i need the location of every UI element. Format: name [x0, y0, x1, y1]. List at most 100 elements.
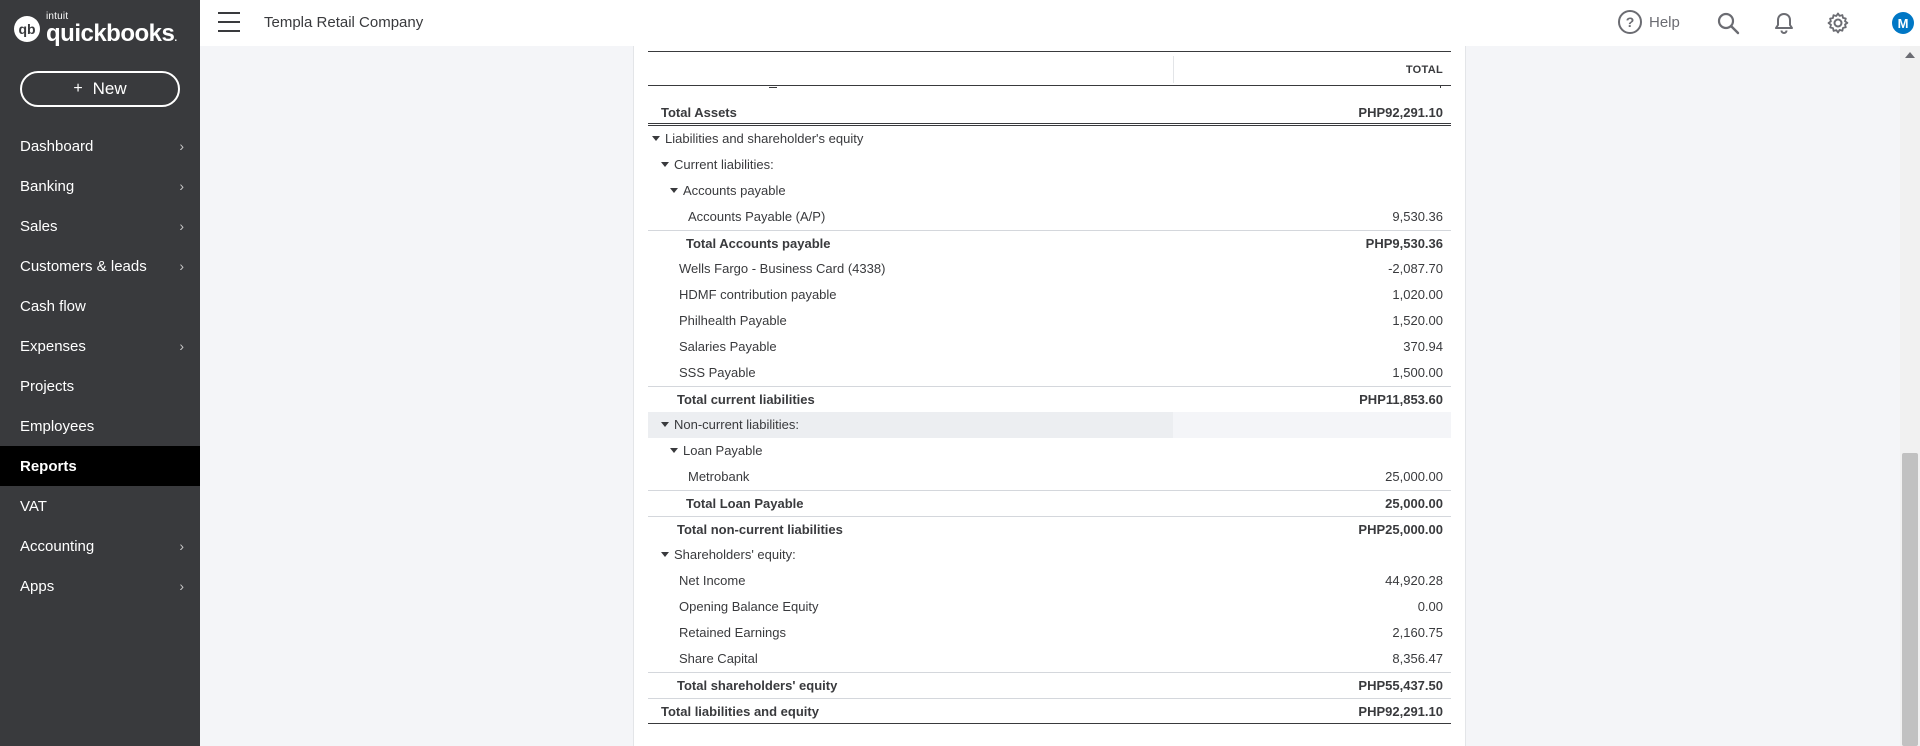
row-amount[interactable]: PHP9,530.36 — [1366, 236, 1443, 251]
sidebar-item-customers-leads[interactable]: Customers & leads › — [0, 246, 200, 286]
sidebar-item-label: VAT — [20, 497, 47, 515]
sidebar-item-label: Employees — [20, 417, 95, 435]
row-label: Total current liabilities — [677, 392, 815, 407]
row-label-text: Loan Payable — [683, 443, 763, 458]
row-amount[interactable]: -2,087.70 — [1388, 261, 1443, 276]
bell-icon[interactable] — [1772, 11, 1796, 35]
row-label-text: Total current liabilities — [677, 392, 815, 407]
row-amount[interactable]: 2,160.75 — [1392, 625, 1443, 640]
sidebar-item-apps[interactable]: Apps › — [0, 566, 200, 606]
report-row[interactable]: Accounts payable — [648, 178, 1451, 204]
report-row: Net Income 44,920.28 — [648, 568, 1451, 594]
row-amount[interactable]: 1,500.00 — [1392, 365, 1443, 380]
row-amount[interactable]: 25,000.00 — [1385, 496, 1443, 511]
row-amount[interactable]: 9,530.36 — [1392, 209, 1443, 224]
row-label-text: Metrobank — [688, 469, 750, 484]
report-row[interactable]: Shareholders' equity: — [648, 542, 1451, 568]
report-row: Opening Balance Equity 0.00 — [648, 594, 1451, 620]
sidebar-nav: Dashboard › Banking › Sales › Customers & lead… — [0, 126, 200, 606]
top-header: Templa Retail Company ? Help M — [200, 0, 1920, 46]
gear-icon[interactable] — [1826, 11, 1850, 35]
row-label: Retained Earnings — [679, 625, 786, 640]
sidebar: qb intuit quickbooks. + New Dashboard › Ba… — [0, 0, 200, 746]
sidebar-item-vat[interactable]: VAT — [0, 486, 200, 526]
row-label-text: Accounts payable — [683, 183, 786, 198]
sidebar-item-accounting[interactable]: Accounting › — [0, 526, 200, 566]
new-button[interactable]: + New — [20, 71, 180, 107]
row-label-text: Salaries Payable — [679, 339, 777, 354]
report-row[interactable]: Non-current liabilities: — [648, 412, 1451, 438]
scroll-up-arrow-icon[interactable] — [1905, 52, 1915, 58]
chevron-right-icon: › — [179, 138, 184, 154]
row-label: Total shareholders' equity — [677, 678, 837, 693]
help-button[interactable]: ? Help — [1618, 10, 1680, 34]
report-total-row: Total Assets PHP92,291.10 — [648, 100, 1451, 126]
report-panel: TOTAL Total Assets PHP92,291.10 Liabilitie… — [633, 46, 1466, 746]
sidebar-item-cash-flow[interactable]: Cash flow — [0, 286, 200, 326]
sidebar-item-label: Apps — [20, 577, 55, 595]
collapse-caret-icon[interactable] — [661, 422, 669, 428]
collapse-caret-icon[interactable] — [661, 162, 669, 168]
row-label: Philhealth Payable — [679, 313, 787, 328]
report-row: Share Capital 8,356.47 — [648, 646, 1451, 672]
collapse-caret-icon[interactable] — [652, 136, 660, 142]
row-amount[interactable]: 25,000.00 — [1385, 469, 1443, 484]
row-amount[interactable]: 8,356.47 — [1392, 651, 1443, 666]
report-row[interactable]: Liabilities and shareholder's equity — [648, 126, 1451, 152]
sidebar-item-projects[interactable]: Projects — [0, 366, 200, 406]
row-label: HDMF contribution payable — [679, 287, 837, 302]
sidebar-item-banking[interactable]: Banking › — [0, 166, 200, 206]
sidebar-item-employees[interactable]: Employees — [0, 406, 200, 446]
sidebar-item-expenses[interactable]: Expenses › — [0, 326, 200, 366]
row-label-text: SSS Payable — [679, 365, 756, 380]
row-amount[interactable]: PHP92,291.10 — [1358, 105, 1443, 120]
search-icon[interactable] — [1716, 11, 1740, 35]
row-label-text: Wells Fargo - Business Card (4338) — [679, 261, 886, 276]
chevron-right-icon: › — [179, 578, 184, 594]
collapse-caret-icon[interactable] — [670, 448, 678, 454]
chevron-right-icon: › — [179, 218, 184, 234]
row-amount[interactable]: 370.94 — [1403, 339, 1443, 354]
sidebar-item-label: Dashboard — [20, 137, 94, 155]
chevron-right-icon: › — [179, 178, 184, 194]
sidebar-item-sales[interactable]: Sales › — [0, 206, 200, 246]
help-label: Help — [1649, 13, 1680, 31]
row-amount[interactable]: 44,920.28 — [1385, 573, 1443, 588]
row-amount[interactable]: 1,020.00 — [1392, 287, 1443, 302]
row-amount[interactable]: PHP92,291.10 — [1358, 704, 1443, 719]
report-row[interactable]: Current liabilities: — [648, 152, 1451, 178]
row-amount[interactable]: 0.00 — [1418, 599, 1443, 614]
row-label: Loan Payable — [670, 443, 763, 458]
scroll-thumb[interactable] — [1902, 453, 1918, 746]
logo-wordmark: intuit quickbooks. — [46, 12, 177, 46]
hamburger-icon[interactable] — [218, 12, 240, 32]
report-row: SSS Payable 1,500.00 — [648, 360, 1451, 386]
sidebar-item-dashboard[interactable]: Dashboard › — [0, 126, 200, 166]
row-label-text: Retained Earnings — [679, 625, 786, 640]
sidebar-item-reports[interactable]: Reports — [0, 446, 200, 486]
row-amount[interactable]: 1,520.00 — [1392, 313, 1443, 328]
page-scrollbar[interactable] — [1900, 46, 1920, 746]
collapse-caret-icon[interactable] — [670, 188, 678, 194]
report-row: Salaries Payable 370.94 — [648, 334, 1451, 360]
row-amount[interactable]: PHP25,000.00 — [1358, 522, 1443, 537]
row-amount[interactable]: PHP11,853.60 — [1359, 392, 1443, 407]
row-label: Total non-current liabilities — [677, 522, 843, 537]
clipped-row — [648, 86, 1451, 100]
column-divider — [1173, 56, 1174, 83]
report-row: Accounts Payable (A/P) 9,530.36 — [648, 204, 1451, 230]
row-label: Non-current liabilities: — [661, 417, 799, 432]
row-label-text: Shareholders' equity: — [674, 547, 796, 562]
row-label-text: Total liabilities and equity — [661, 704, 819, 719]
report-total-row: Total shareholders' equity PHP55,437.50 — [648, 672, 1451, 698]
report-total-row: Total liabilities and equity PHP92,291.10 — [648, 698, 1451, 724]
sidebar-item-label: Reports — [20, 457, 77, 475]
row-amount[interactable]: PHP55,437.50 — [1358, 678, 1443, 693]
user-avatar[interactable]: M — [1892, 12, 1914, 34]
row-label: Opening Balance Equity — [679, 599, 818, 614]
report-row[interactable]: Loan Payable — [648, 438, 1451, 464]
total-column-label: TOTAL — [1405, 64, 1443, 76]
collapse-caret-icon[interactable] — [661, 552, 669, 558]
quickbooks-logo[interactable]: qb intuit quickbooks. — [14, 12, 177, 46]
report-row: Wells Fargo - Business Card (4338) -2,087… — [648, 256, 1451, 282]
